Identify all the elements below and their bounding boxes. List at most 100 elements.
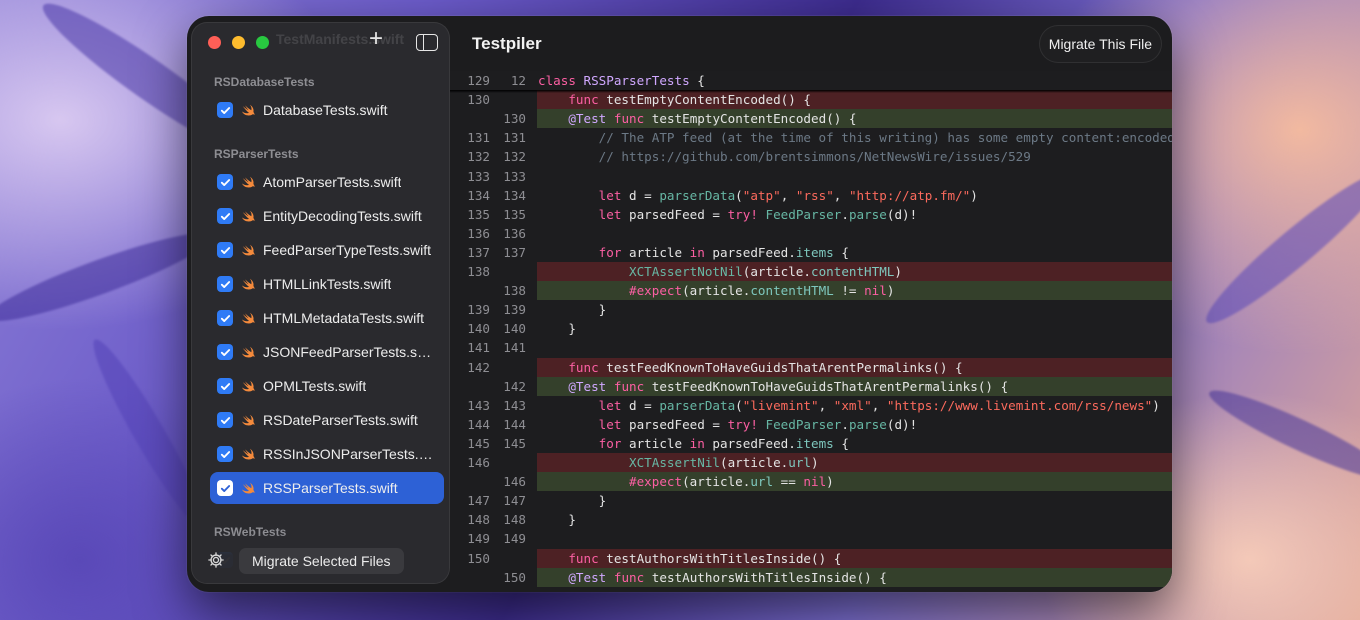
file-name: OPMLTests.swift: [263, 378, 367, 394]
code-token: nil: [864, 283, 887, 299]
close-window-button[interactable]: [208, 36, 221, 49]
sidebar-file-item[interactable]: HTMLMetadataTests.swift: [210, 302, 444, 334]
old-line-number: 140: [467, 321, 490, 337]
zoom-window-button[interactable]: [256, 36, 269, 49]
code-token: let: [598, 187, 622, 203]
file-checkbox[interactable]: [217, 344, 233, 360]
file-name: JSONFeedParserTests.swift: [263, 344, 438, 360]
code-token: !=: [833, 283, 865, 299]
sidebar-file-item[interactable]: FeedParserTypeTests.swift: [210, 234, 444, 266]
code-token: testAuthorsWithTitlesInside: [644, 569, 857, 585]
code-token: ): [811, 455, 819, 470]
code-text: #expect(article.url == nil): [538, 472, 834, 491]
code-token: func: [568, 550, 599, 566]
code-token: @Test: [568, 378, 607, 394]
file-checkbox[interactable]: [217, 310, 233, 326]
file-checkbox[interactable]: [217, 102, 233, 118]
code-token: d =: [621, 397, 660, 413]
diff-line: 135 135 let parsedFeed = try! FeedParser.…: [450, 205, 1172, 224]
code-token: parsedFeed =: [621, 416, 728, 432]
new-line-number: 146: [503, 474, 526, 490]
background-petal: [1195, 160, 1360, 336]
file-checkbox[interactable]: [217, 378, 233, 394]
old-line-number: 129: [467, 73, 490, 88]
file-name: FeedParserTypeTests.swift: [263, 242, 432, 258]
sidebar-footer: Migrate Selected Files: [192, 533, 449, 583]
sidebar-toggle-icon[interactable]: [416, 34, 438, 51]
sidebar-file-item[interactable]: JSONFeedParserTests.swift: [210, 336, 444, 368]
code-text: let parsedFeed = try! FeedParser.parse(d…: [538, 205, 918, 224]
sidebar-file-item[interactable]: DatabaseTests.swift: [210, 94, 444, 126]
code-token: "http://atp.fm/": [848, 187, 971, 203]
migrate-selected-files-button[interactable]: Migrate Selected Files: [239, 548, 404, 574]
file-checkbox[interactable]: [217, 412, 233, 428]
old-line-number: 146: [467, 455, 490, 470]
sidebar-file-item[interactable]: RSDateParserTests.swift: [210, 404, 444, 436]
code-token: .: [841, 416, 849, 432]
code-token: "livemint": [742, 397, 819, 413]
code-token: url: [788, 455, 811, 470]
code-token: () {: [977, 378, 1009, 394]
old-line-number: 133: [467, 168, 490, 184]
sidebar-file-item[interactable]: AtomParserTests.swift: [210, 166, 444, 198]
minimize-window-button[interactable]: [232, 36, 245, 49]
code-token: .: [841, 206, 849, 222]
sidebar-file-item[interactable]: RSSParserTests.swift: [210, 472, 444, 504]
code-token: let: [598, 397, 622, 413]
code-token: ,: [780, 187, 796, 203]
code-token: (article.: [742, 264, 811, 279]
old-line-number: 136: [467, 225, 490, 241]
code-text: // The ATP feed (at the time of this wri…: [538, 128, 1172, 147]
sidebar-file-item[interactable]: OPMLTests.swift: [210, 370, 444, 402]
code-text: }: [538, 300, 607, 319]
old-line-number: 144: [467, 416, 490, 432]
swift-file-icon: [240, 480, 256, 496]
diff-line: 148 148 }: [450, 510, 1172, 529]
code-token: parserData: [659, 187, 736, 203]
page-title: Testpiler: [472, 34, 542, 53]
gear-icon[interactable]: [207, 551, 225, 569]
code-token: RSSParserTests: [583, 73, 690, 88]
code-token: items: [795, 435, 834, 451]
file-checkbox[interactable]: [217, 446, 233, 462]
file-checkbox[interactable]: [217, 174, 233, 190]
code-token: func: [613, 378, 645, 394]
diff-editor[interactable]: 129 12 class RSSParserTests {130 func test…: [450, 71, 1172, 592]
diff-line: 147 147 }: [450, 491, 1172, 510]
code-token: contentHTML: [750, 283, 834, 299]
plus-icon[interactable]: +: [369, 27, 383, 51]
code-token: // The ATP feed (at the time of this wri…: [538, 130, 1172, 146]
file-checkbox[interactable]: [217, 208, 233, 224]
code-text: }: [538, 491, 607, 510]
diff-line: 145 145 for article in parsedFeed.items {: [450, 434, 1172, 453]
file-checkbox[interactable]: [217, 276, 233, 292]
code-token: items: [795, 244, 834, 260]
sidebar-file-item[interactable]: HTMLLinkTests.swift: [210, 268, 444, 300]
code-text: @Test func testEmptyContentEncoded() {: [538, 109, 856, 128]
new-line-number: 150: [503, 569, 526, 585]
file-checkbox[interactable]: [217, 242, 233, 258]
code-token: () {: [856, 569, 887, 585]
migrate-this-file-button[interactable]: Migrate This File: [1038, 25, 1162, 63]
background-petal: [1203, 379, 1360, 491]
new-line-number: 148: [503, 512, 526, 528]
sidebar-file-item[interactable]: EntityDecodingTests.swift: [210, 200, 444, 232]
code-token: // https://github.com/brentsimmons/NetNe…: [538, 149, 1031, 165]
file-checkbox[interactable]: [217, 480, 233, 496]
diff-line-removed: 150 func testAuthorsWithTitlesInside() {: [450, 548, 1172, 568]
sidebar-file-item[interactable]: RSSInJSONParserTests.swift: [210, 438, 444, 470]
swift-file-icon: [240, 378, 256, 394]
code-token: "https://www.livemint.com/rss/news": [886, 397, 1153, 413]
code-token: XCTAssertNil: [629, 455, 720, 470]
code-text: XCTAssertNotNil(article.contentHTML): [538, 262, 902, 281]
ghost-title: TestManifests.swift: [276, 31, 405, 47]
